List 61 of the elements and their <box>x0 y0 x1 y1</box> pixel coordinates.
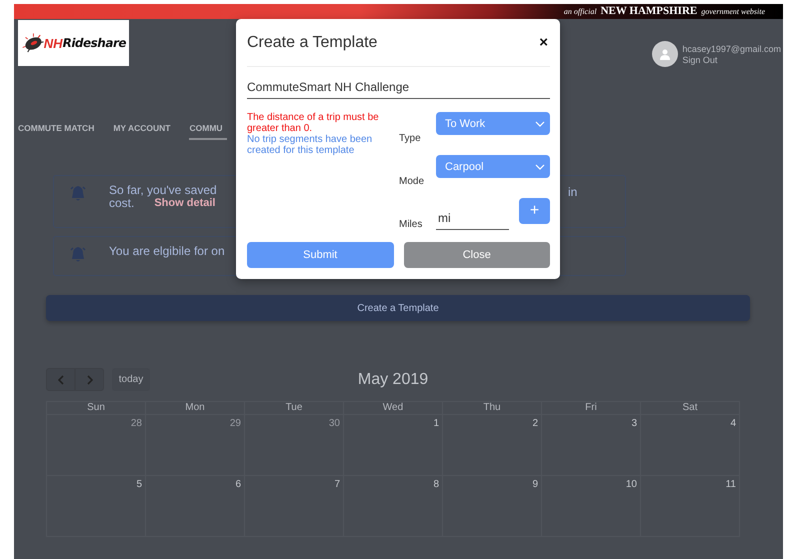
weekday-header: Tue <box>245 402 344 415</box>
calendar-title: May 2019 <box>358 370 428 388</box>
chevron-left-icon[interactable] <box>58 374 64 384</box>
banner-text: an official <box>564 6 597 18</box>
weekday-header: Thu <box>443 402 542 415</box>
logo-card[interactable]: NHRideshare <box>18 20 129 66</box>
day-number[interactable]: 3 <box>631 418 637 429</box>
day-number[interactable]: 30 <box>328 418 340 429</box>
day-number[interactable]: 4 <box>730 418 736 429</box>
nav-tab[interactable]: COMMUTE MATCH <box>18 122 94 140</box>
previous-button[interactable] <box>46 368 75 391</box>
day-number[interactable]: 9 <box>532 479 538 490</box>
next-button[interactable] <box>75 368 104 391</box>
day-number[interactable]: 7 <box>334 479 340 490</box>
alert-text: in <box>568 185 578 199</box>
nav-tab[interactable]: MY ACCOUNT <box>113 122 170 140</box>
submit-button[interactable]: Submit <box>247 242 394 268</box>
close-dialog-button[interactable]: Close <box>404 242 550 268</box>
weekday-header: Sat <box>641 402 740 415</box>
add-button[interactable]: + <box>519 198 550 224</box>
info-message: No trip segments have been created for this template <box>247 134 374 156</box>
logo-text: Rideshare <box>62 36 126 50</box>
weekday-header: Wed <box>344 402 443 415</box>
day-number[interactable]: 2 <box>532 418 538 429</box>
chevron-down-icon <box>535 164 545 170</box>
day-number[interactable]: 29 <box>230 418 241 429</box>
weekday-header: Sun <box>47 402 146 415</box>
mode-select[interactable]: Carpool <box>436 155 550 178</box>
chevron-down-icon <box>535 120 545 126</box>
type-select[interactable]: To Work <box>436 112 550 135</box>
weekday-header: Fri <box>542 402 641 415</box>
user-email: hcasey1997@gmail.com <box>682 44 781 54</box>
create-template-button[interactable]: Create a Template <box>46 295 750 321</box>
chevron-right-icon[interactable] <box>86 374 92 384</box>
person-icon <box>660 48 670 60</box>
today-button[interactable]: today <box>112 368 150 391</box>
banner-text: government website <box>701 6 765 18</box>
sign-out-link[interactable]: Sign Out <box>682 55 781 66</box>
nav-tab[interactable]: COMMU <box>189 122 228 140</box>
field-label: Mode <box>399 176 426 187</box>
day-number[interactable]: 8 <box>433 479 439 490</box>
dialog-title: Create a Template <box>247 34 378 52</box>
day-number[interactable]: 5 <box>136 479 142 490</box>
banner-state-name: NEW HAMPSHIRE <box>600 4 698 19</box>
alert-text: So far, you've saved <box>109 184 217 197</box>
day-number[interactable]: 28 <box>130 418 142 429</box>
bell-icon <box>69 184 87 202</box>
bell-icon <box>69 245 87 263</box>
error-message: The distance of a trip must be greater than 0. <box>247 112 380 134</box>
field-label: Miles <box>399 219 424 230</box>
weekday-header: Mon <box>146 402 245 415</box>
field-label: Type <box>399 133 422 144</box>
close-button[interactable]: × <box>539 34 548 51</box>
day-number[interactable]: 1 <box>433 418 439 429</box>
logo-text: NH <box>44 36 63 50</box>
alert-text: You are elgibile for on <box>109 245 225 258</box>
day-number[interactable]: 11 <box>726 479 736 490</box>
show-detail-link[interactable]: Show detail <box>154 197 216 210</box>
alert-text: cost. <box>109 197 134 210</box>
day-number[interactable]: 6 <box>235 479 241 490</box>
day-number[interactable]: 10 <box>626 479 637 490</box>
